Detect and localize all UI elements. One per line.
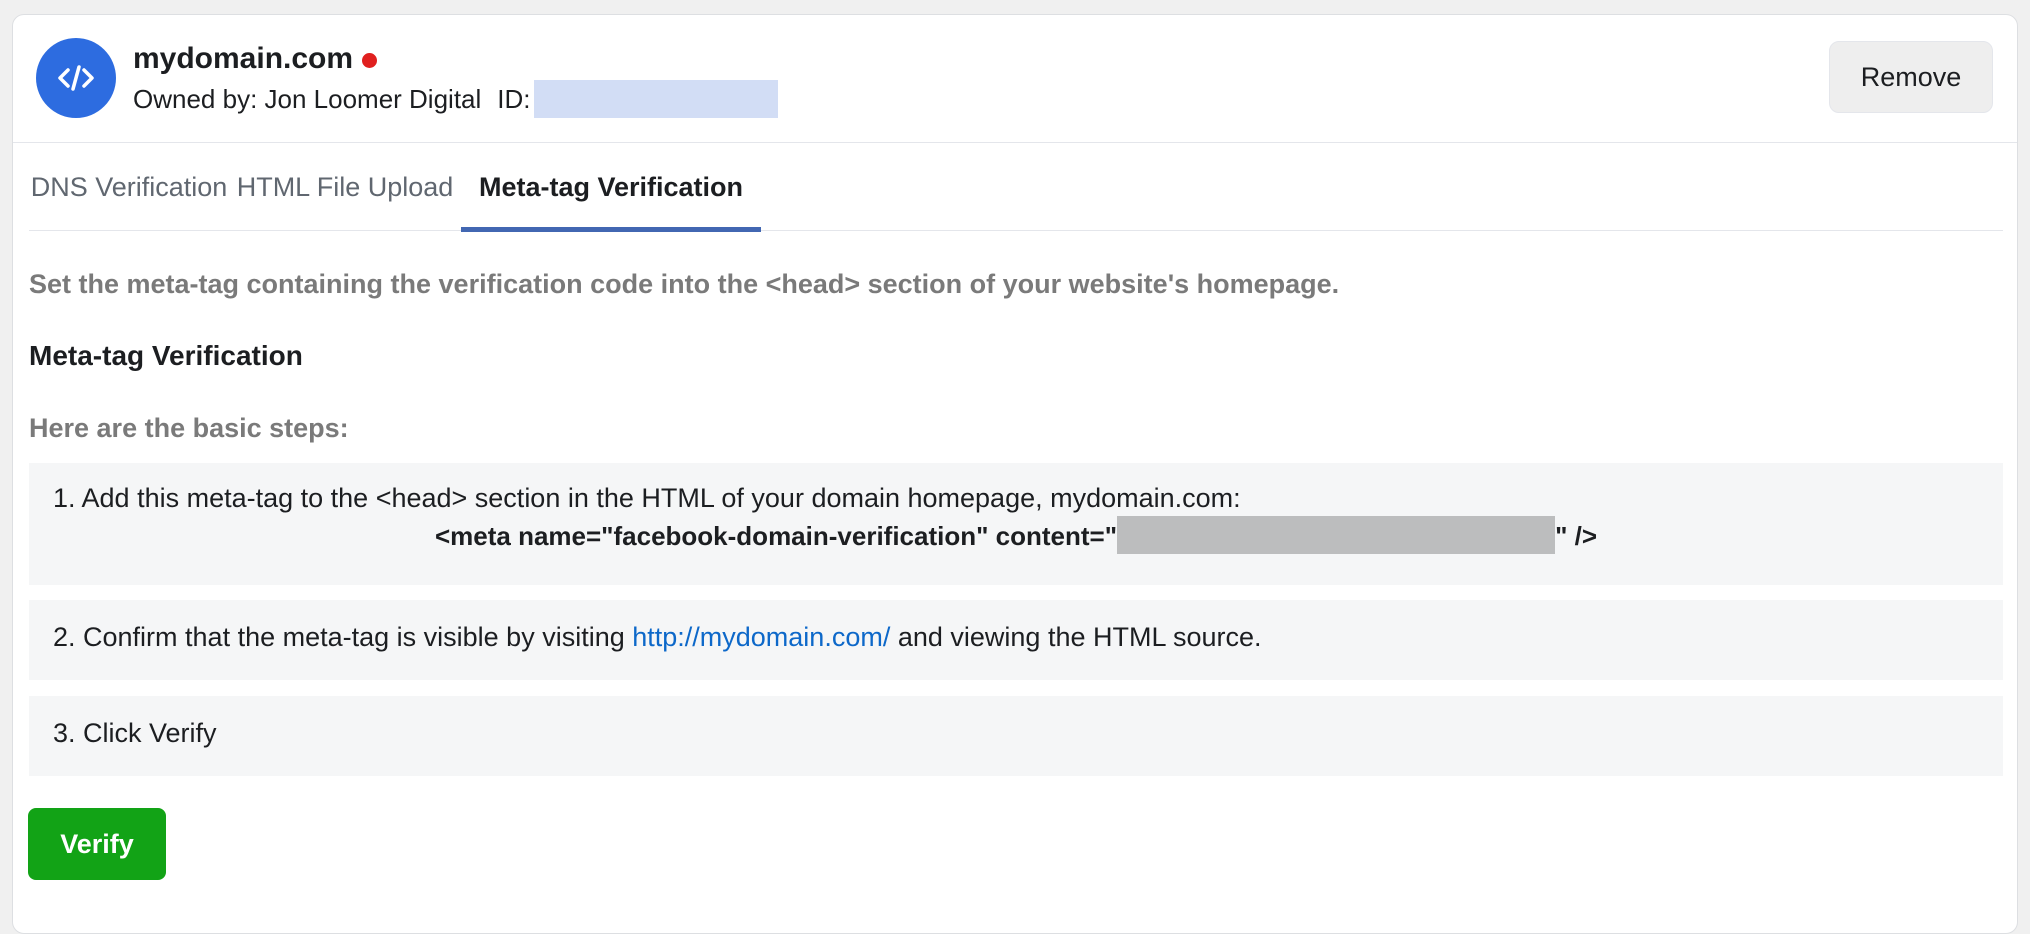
verification-code-redacted [1117,516,1556,555]
homepage-link[interactable]: http://mydomain.com/ [632,622,890,652]
meta-code-suffix: " /> [1555,521,1598,551]
meta-tag-code[interactable]: <meta name="facebook-domain-verification… [29,516,2003,555]
tab-html-file-upload[interactable]: HTML File Upload [229,143,461,231]
meta-code-prefix: <meta name="facebook-domain-verification… [434,521,1118,551]
step-3-text: 3. Click Verify [53,718,217,748]
domain-header: mydomain.com Owned by: Jon Loomer Digita… [13,15,2017,143]
step-1-text: 1. Add this meta-tag to the <head> secti… [53,483,1241,513]
tab-meta-tag-verification[interactable]: Meta-tag Verification [461,143,761,232]
step-3: 3. Click Verify [29,696,2003,776]
tab-meta-tag-label: Meta-tag Verification [478,171,744,202]
code-icon [36,38,116,118]
tab-dns-verification[interactable]: DNS Verification [29,143,229,231]
owner-text: Owned by: Jon Loomer Digital [133,83,482,114]
id-value-redacted [533,80,778,118]
remove-button[interactable]: Remove [1829,41,1993,113]
step-1: 1. Add this meta-tag to the <head> secti… [29,463,2003,585]
steps-heading: Here are the basic steps: [29,413,349,443]
verification-tabs: DNS Verification HTML File Upload Meta-t… [29,143,2003,232]
owner-info: Owned by: Jon Loomer Digital ID: [133,79,778,119]
step-2-text: 2. Confirm that the meta-tag is visible … [53,622,1262,653]
domain-title-row: mydomain.com [133,39,378,79]
step-2: 2. Confirm that the meta-tag is visible … [29,600,2003,680]
section-title: Meta-tag Verification [29,340,303,371]
id-label: ID: [497,83,531,114]
status-dot-icon [362,52,378,68]
active-tab-indicator [461,227,761,232]
verify-button[interactable]: Verify [28,808,166,880]
step-2-suffix: and viewing the HTML source. [890,622,1262,652]
domain-card: mydomain.com Owned by: Jon Loomer Digita… [12,14,2018,934]
domain-name: mydomain.com [133,42,354,75]
step-2-prefix: 2. Confirm that the meta-tag is visible … [53,622,633,652]
intro-text: Set the meta-tag containing the verifica… [29,269,1340,299]
